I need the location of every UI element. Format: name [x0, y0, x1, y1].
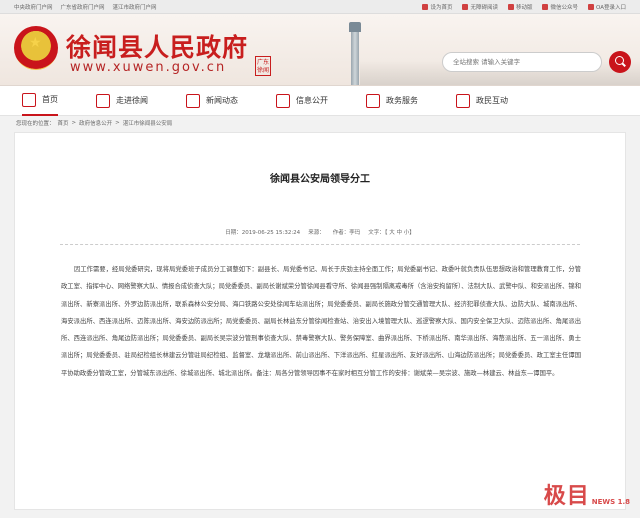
nav-news[interactable]: 新闻动态: [186, 86, 238, 116]
breadcrumb-info[interactable]: 政府信息公开: [79, 119, 112, 127]
chat-icon: [456, 93, 470, 108]
link-zhanjiang-gov[interactable]: 湛江市政府门户网: [113, 3, 157, 11]
nav-interaction[interactable]: 政民互动: [456, 86, 508, 116]
top-utility-bar: 中央政府门户网 广东省政府门户网 湛江市政府门户网 设为首页 无障碍阅读 移动版…: [0, 0, 640, 14]
seal-stamp: 广东徐闻: [255, 56, 271, 76]
nav-about-xuwen[interactable]: 走进徐闻: [96, 86, 148, 116]
nav-gov-services[interactable]: 政务服务: [366, 86, 418, 116]
nav-info-disclosure[interactable]: 信息公开: [276, 86, 328, 116]
site-title: 徐闻县人民政府: [66, 33, 249, 62]
national-emblem-icon: [14, 26, 58, 70]
search-box[interactable]: [442, 52, 602, 72]
tool-links: 设为首页 无障碍阅读 移动版 微信公众号 OA登录入口: [422, 3, 626, 11]
search-input[interactable]: [453, 58, 583, 66]
breadcrumb-police[interactable]: 湛江市徐闻县公安局: [123, 119, 173, 127]
site-header: 徐闻县人民政府 www.xuwen.gov.cn 广东徐闻: [0, 14, 640, 86]
font-size-switch[interactable]: 文字：【 大 中 小】: [368, 228, 415, 236]
nav-home[interactable]: 首页: [22, 86, 58, 116]
breadcrumb-home[interactable]: 首页: [58, 119, 69, 127]
home-icon: [22, 92, 36, 107]
article-source: 来源：: [308, 230, 325, 236]
article-author: 作者：李玛: [332, 230, 361, 236]
oa-login-link[interactable]: OA登录入口: [588, 3, 626, 11]
site-url: www.xuwen.gov.cn: [70, 60, 227, 75]
article-date: 日期：2019-06-25 15:32:24: [225, 230, 301, 236]
set-homepage-link[interactable]: 设为首页: [422, 3, 452, 11]
link-guangdong-gov[interactable]: 广东省政府门户网: [61, 3, 105, 11]
article-meta: 日期：2019-06-25 15:32:24 来源： 作者：李玛 文字：【 大 …: [15, 228, 625, 236]
watermark-sub: NEWS 1.8: [591, 498, 630, 506]
article-panel: 徐闻县公安局领导分工 日期：2019-06-25 15:32:24 来源： 作者…: [14, 132, 626, 510]
link-central-gov[interactable]: 中央政府门户网: [14, 3, 53, 11]
oa-icon: [588, 3, 594, 10]
article-body: 因工作需要，经局党委研究，现将局党委班子成员分工调整如下：副县长、局党委书记、局…: [61, 266, 581, 377]
watermark-logo: 极目: [543, 483, 590, 509]
heart-icon: [366, 93, 380, 108]
scroll-icon: [96, 93, 110, 108]
accessibility-icon: [462, 3, 469, 10]
main-nav: 首页 走进徐闻 新闻动态 信息公开 政务服务 政民互动: [0, 86, 640, 116]
gov-links: 中央政府门户网 广东省政府门户网 湛江市政府门户网: [14, 3, 157, 11]
article-title: 徐闻县公安局领导分工: [270, 174, 370, 185]
search-button[interactable]: [609, 51, 631, 73]
mobile-icon: [507, 3, 514, 10]
home-icon: [422, 3, 429, 10]
wechat-link[interactable]: 微信公众号: [542, 3, 578, 11]
accessibility-link[interactable]: 无障碍阅读: [462, 3, 498, 11]
document-icon: [276, 93, 290, 108]
wechat-icon: [542, 3, 549, 10]
mobile-version-link[interactable]: 移动版: [507, 3, 532, 11]
breadcrumb: 您现在的位置： 首页 > 政府信息公开 > 湛江市徐闻县公安局: [16, 119, 173, 127]
book-icon: [186, 93, 200, 108]
watermark: 极目 NEWS 1.8: [544, 478, 630, 510]
